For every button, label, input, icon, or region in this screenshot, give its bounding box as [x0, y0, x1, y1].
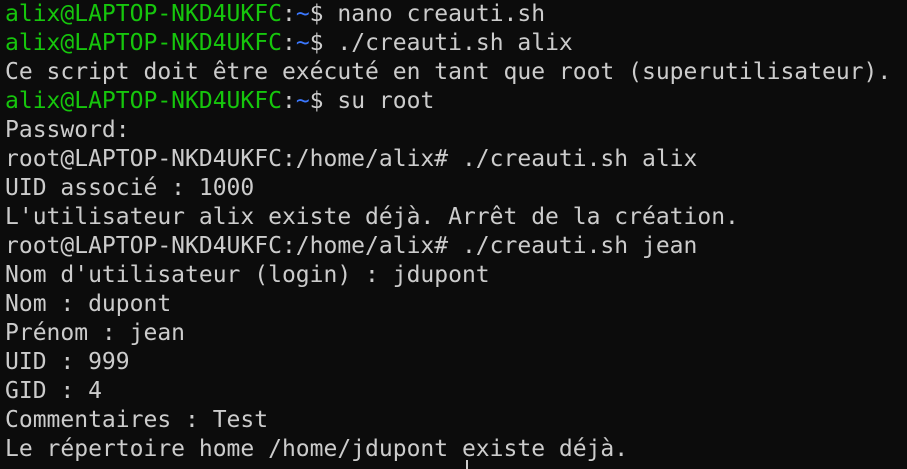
output-line: UID associé : 1000 [5, 175, 255, 201]
prompt-symbol: $ [309, 1, 324, 27]
prompt-path: ~ [295, 30, 310, 56]
command-text: su root [323, 88, 435, 114]
command-text: ./creauti.sh alix [323, 30, 573, 56]
output-line: Nom d'utilisateur (login) : jdupont [5, 262, 490, 288]
output-line: Ce script doit être exécuté en tant que … [5, 59, 892, 85]
prompt-separator: : [281, 1, 296, 27]
root-prompt-line: root@LAPTOP-NKD4UKFC:/home/alix# ./creau… [5, 233, 698, 259]
prompt-line: alix@LAPTOP-NKD4UKFC:~$ ./creauti.sh ali… [5, 29, 905, 58]
terminal-window[interactable]: alix@LAPTOP-NKD4UKFC:~$ nano creauti.sh … [0, 0, 907, 469]
output-line: Nom : dupont [5, 291, 172, 317]
prompt-user-host: alix@LAPTOP-NKD4UKFC [5, 30, 282, 56]
prompt-path: ~ [295, 88, 310, 114]
root-prompt-line: root@LAPTOP-NKD4UKFC:/home/alix# ./creau… [5, 146, 698, 172]
prompt-symbol: $ [309, 88, 324, 114]
output-line: L'utilisateur alix existe déjà. Arrêt de… [5, 204, 739, 230]
prompt-path: ~ [295, 1, 310, 27]
prompt-symbol: $ [309, 30, 324, 56]
prompt-separator: : [281, 88, 296, 114]
prompt-separator: : [281, 30, 296, 56]
prompt-line: alix@LAPTOP-NKD4UKFC:~$ nano creauti.sh [5, 0, 905, 29]
output-line: UID : 999 [5, 349, 130, 375]
output-line: Prénom : jean [5, 320, 186, 346]
output-line: Le répertoire home /home/jdupont existe … [5, 436, 629, 462]
prompt-user-host: alix@LAPTOP-NKD4UKFC [5, 88, 282, 114]
output-line: Password: [5, 117, 130, 143]
prompt-line: alix@LAPTOP-NKD4UKFC:~$ su root [5, 87, 905, 116]
command-text: nano creauti.sh [323, 1, 546, 27]
prompt-user-host: alix@LAPTOP-NKD4UKFC [5, 1, 282, 27]
text-cursor [466, 460, 468, 469]
output-line: GID : 4 [5, 378, 102, 404]
output-line: Commentaires : Test [5, 407, 269, 433]
terminal-output: alix@LAPTOP-NKD4UKFC:~$ nano creauti.sh … [5, 0, 905, 464]
